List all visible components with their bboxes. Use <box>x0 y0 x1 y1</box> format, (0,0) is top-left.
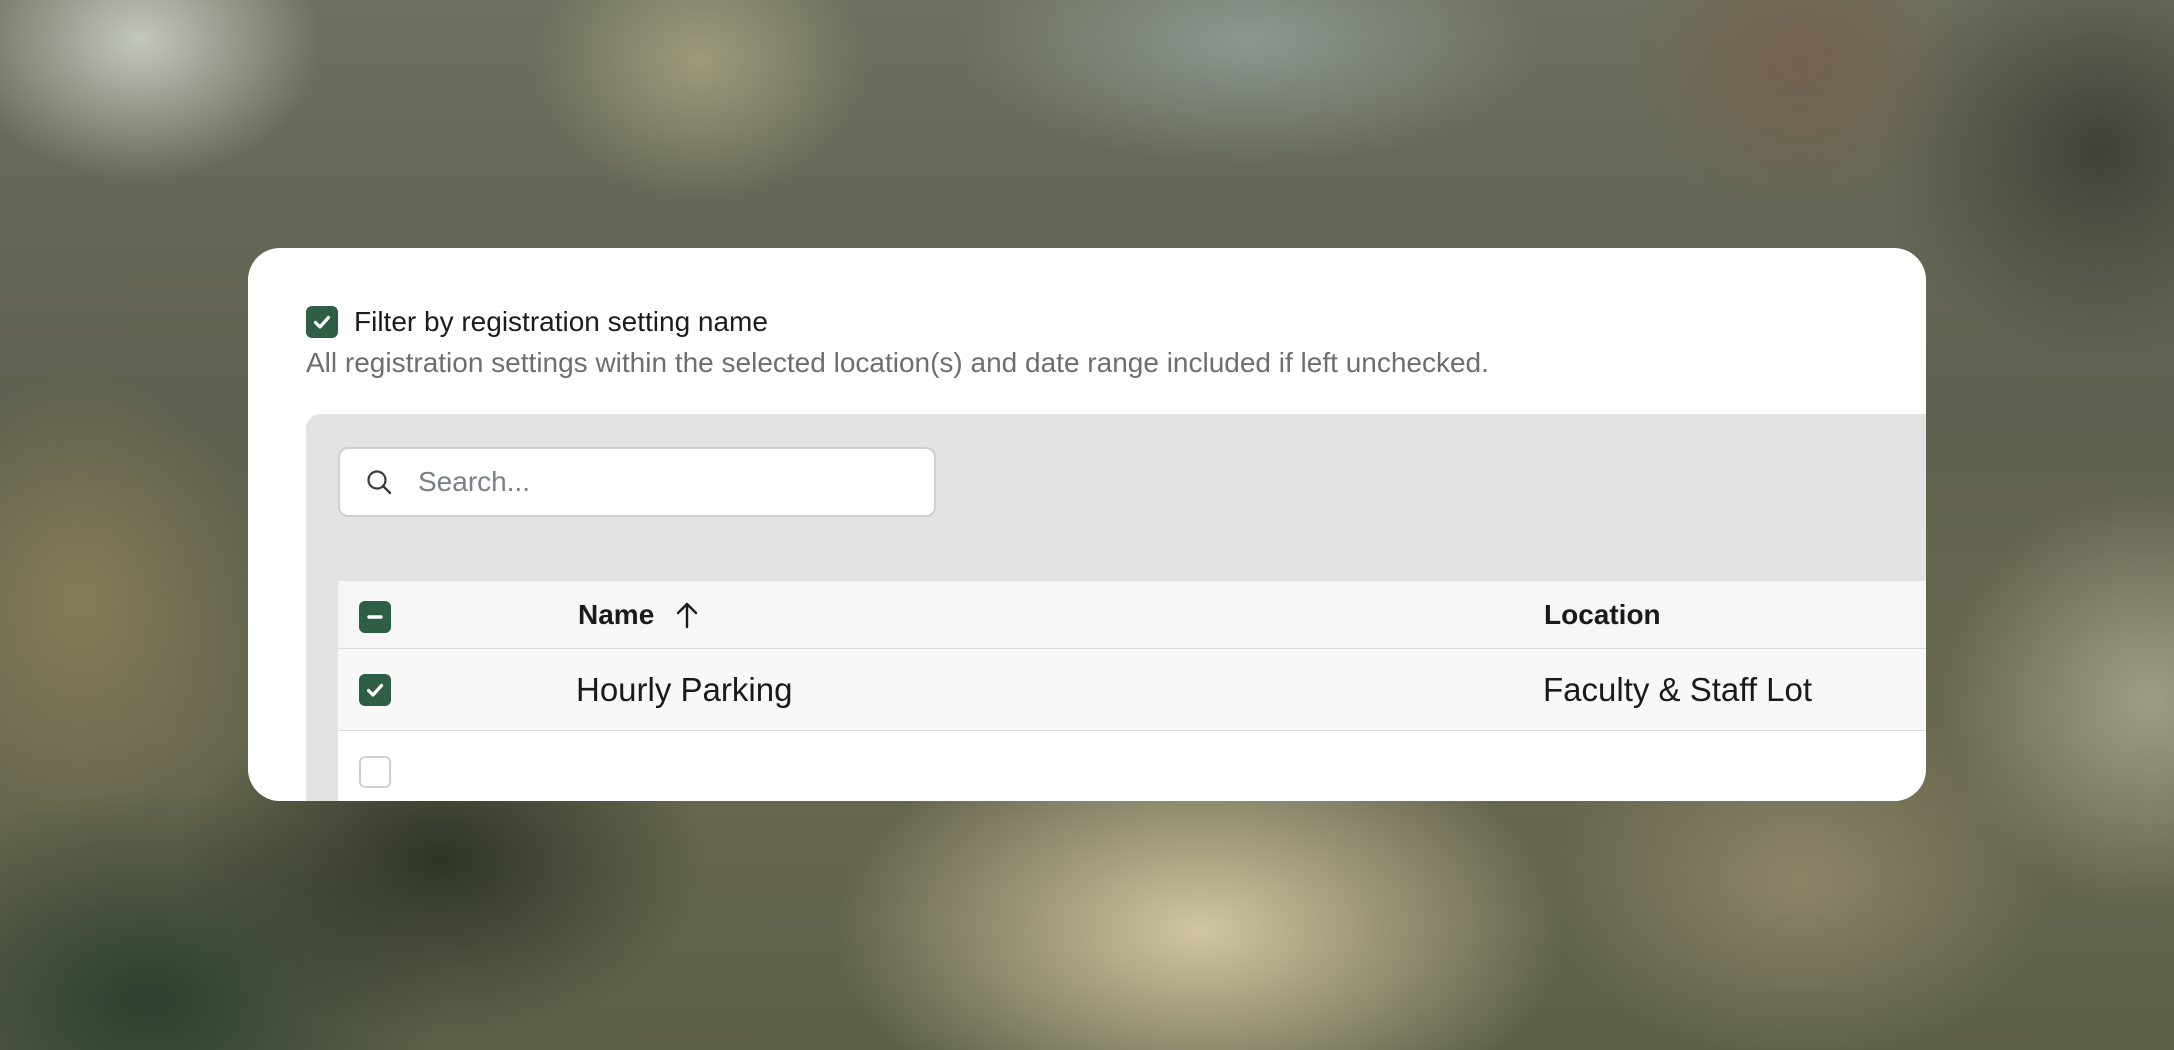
row-location-cell: Faculty & Staff Lot <box>1543 671 1813 708</box>
search-input[interactable] <box>416 465 900 499</box>
column-header-location[interactable]: Location <box>1544 581 1661 649</box>
column-header-name[interactable]: Name <box>578 581 700 649</box>
filter-hint-text: All registration settings within the sel… <box>306 347 1489 378</box>
checkmark-icon <box>313 315 331 329</box>
table-row[interactable] <box>338 731 1926 801</box>
filter-by-name-label: Filter by registration setting name <box>354 306 768 337</box>
sort-ascending-icon[interactable] <box>674 600 700 630</box>
row-checkbox[interactable] <box>359 674 391 706</box>
checkmark-icon <box>366 683 384 697</box>
select-all-checkbox[interactable] <box>359 601 391 633</box>
filter-card: Filter by registration setting name All … <box>248 248 1926 801</box>
table-header: Name Location <box>338 581 1926 649</box>
registration-settings-panel: Name Location Hourly Parking <box>306 414 1926 801</box>
table-row[interactable]: Hourly Parking Faculty & Staff Lot <box>338 649 1926 731</box>
row-checkbox[interactable] <box>359 756 391 788</box>
column-header-name-label: Name <box>578 599 655 630</box>
filter-by-name-row[interactable]: Filter by registration setting name <box>306 306 768 338</box>
row-name-cell: Hourly Parking <box>576 671 793 708</box>
search-icon <box>364 467 394 497</box>
minus-icon <box>367 615 383 619</box>
filter-by-name-checkbox[interactable] <box>306 306 338 338</box>
search-box[interactable] <box>338 447 936 517</box>
registration-settings-table: Name Location Hourly Parking Faculty & S… <box>338 581 1926 801</box>
